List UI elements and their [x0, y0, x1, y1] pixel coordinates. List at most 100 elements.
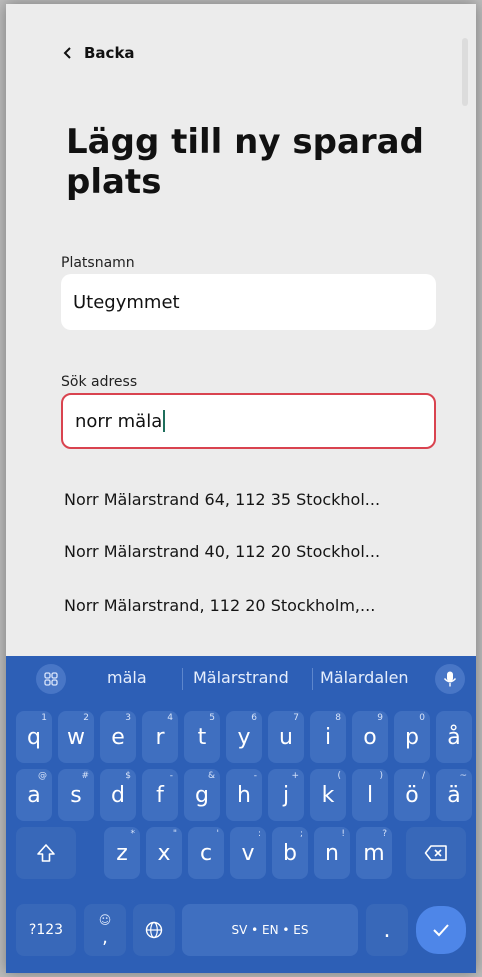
key-a[interactable]: a @ [16, 769, 52, 821]
key-label: x [157, 840, 171, 866]
key-label: b [283, 840, 297, 866]
key-hint: & [207, 771, 215, 781]
place-name-label: Platsnamn [61, 255, 135, 271]
key-c[interactable]: c ' [188, 827, 224, 879]
key-j[interactable]: j + [268, 769, 304, 821]
key-p[interactable]: p0 [394, 711, 430, 763]
key-hint: 2 [83, 713, 89, 723]
add-place-page: Backa Lägg till ny sparad plats Platsnam… [6, 4, 476, 656]
place-name-input[interactable]: Utegymmet [61, 274, 436, 330]
key-x[interactable]: x " [146, 827, 182, 879]
shift-icon [37, 844, 55, 862]
key-m[interactable]: m? [356, 827, 392, 879]
keyboard-menu-button[interactable] [36, 664, 66, 694]
key-label: o [363, 724, 377, 750]
word-suggestion[interactable]: Mälardalen [320, 668, 409, 687]
key-w[interactable]: w2 [58, 711, 94, 763]
key-u[interactable]: u7 [268, 711, 304, 763]
address-search-label: Sök adress [61, 374, 138, 390]
key-o[interactable]: o9 [352, 711, 388, 763]
key-label: m [363, 840, 385, 866]
key-hint: $ [125, 771, 131, 781]
key-t[interactable]: t5 [184, 711, 220, 763]
key-q[interactable]: q1 [16, 711, 52, 763]
key-ö[interactable]: ö / [394, 769, 430, 821]
key-d[interactable]: d $ [100, 769, 136, 821]
key-hint: ; [299, 829, 303, 839]
key-label: a [27, 782, 41, 808]
backspace-key[interactable] [406, 827, 466, 879]
key-h[interactable]: h- [226, 769, 262, 821]
key-hint: 8 [335, 713, 341, 723]
key-y[interactable]: y6 [226, 711, 262, 763]
back-button[interactable]: Backa [62, 44, 135, 62]
microphone-icon [443, 671, 457, 687]
key-label: f [156, 782, 164, 808]
voice-input-button[interactable] [435, 664, 465, 694]
globe-icon [145, 921, 163, 939]
key-g[interactable]: g & [184, 769, 220, 821]
word-suggestion[interactable]: mäla [107, 668, 147, 687]
key-i[interactable]: i8 [310, 711, 346, 763]
key-hint: 7 [293, 713, 299, 723]
address-search-value: norr mäla [75, 410, 163, 432]
key-å[interactable]: å [436, 711, 472, 763]
key-hint: ~ [459, 771, 467, 781]
period-key[interactable]: . [366, 904, 408, 956]
key-r[interactable]: r4 [142, 711, 178, 763]
key-hint: 6 [251, 713, 257, 723]
key-label: p [405, 724, 419, 750]
key-hint: - [253, 771, 257, 781]
key-b[interactable]: b; [272, 827, 308, 879]
key-hint: ) [379, 771, 383, 781]
space-key[interactable]: SV • EN • ES [182, 904, 358, 956]
key-label: s [70, 782, 82, 808]
key-label: g [195, 782, 209, 808]
key-label: u [279, 724, 293, 750]
key-label: w [67, 724, 85, 750]
key-ä[interactable]: ä ~ [436, 769, 472, 821]
back-label: Backa [84, 44, 135, 62]
key-z[interactable]: z * [104, 827, 140, 879]
key-k[interactable]: k( [310, 769, 346, 821]
comma-key[interactable]: ☺ , [84, 904, 126, 956]
grid-icon [44, 672, 58, 686]
address-suggestion[interactable]: Norr Mälarstrand, 112 20 Stockholm,... [64, 596, 444, 615]
backspace-icon [424, 845, 447, 861]
address-suggestion[interactable]: Norr Mälarstrand 40, 112 20 Stockhol... [64, 542, 444, 561]
key-hint: " [172, 829, 177, 839]
suggestion-divider [182, 668, 183, 690]
key-hint: ( [337, 771, 341, 781]
key-n[interactable]: n! [314, 827, 350, 879]
symbols-key[interactable]: ?123 [16, 904, 76, 956]
key-hint: # [81, 771, 89, 781]
address-search-input[interactable]: norr mäla [61, 393, 436, 449]
shift-key[interactable] [16, 827, 76, 879]
key-label: ö [405, 782, 419, 808]
key-s[interactable]: s # [58, 769, 94, 821]
text-caret [163, 410, 166, 432]
language-key[interactable] [133, 904, 175, 956]
enter-key[interactable] [416, 906, 466, 954]
word-suggestion[interactable]: Mälarstrand [193, 668, 289, 687]
key-hint: : [257, 829, 261, 839]
suggestion-divider [312, 668, 313, 690]
scrollbar[interactable] [462, 38, 468, 106]
key-hint: ! [341, 829, 345, 839]
key-label: q [27, 724, 41, 750]
key-hint: 9 [377, 713, 383, 723]
key-label: å [447, 724, 461, 750]
key-label: k [321, 782, 335, 808]
key-label: t [197, 724, 207, 750]
comma-label: , [102, 926, 108, 948]
address-suggestion[interactable]: Norr Mälarstrand 64, 112 35 Stockhol... [64, 490, 444, 509]
key-label: c [199, 840, 213, 866]
page-title: Lägg till ny sparad plats [66, 122, 424, 202]
key-label: h [237, 782, 251, 808]
key-e[interactable]: e3 [100, 711, 136, 763]
key-v[interactable]: v: [230, 827, 266, 879]
app-screen: Backa Lägg till ny sparad plats Platsnam… [6, 4, 476, 973]
key-f[interactable]: f- [142, 769, 178, 821]
checkmark-icon [433, 924, 449, 937]
key-l[interactable]: l) [352, 769, 388, 821]
